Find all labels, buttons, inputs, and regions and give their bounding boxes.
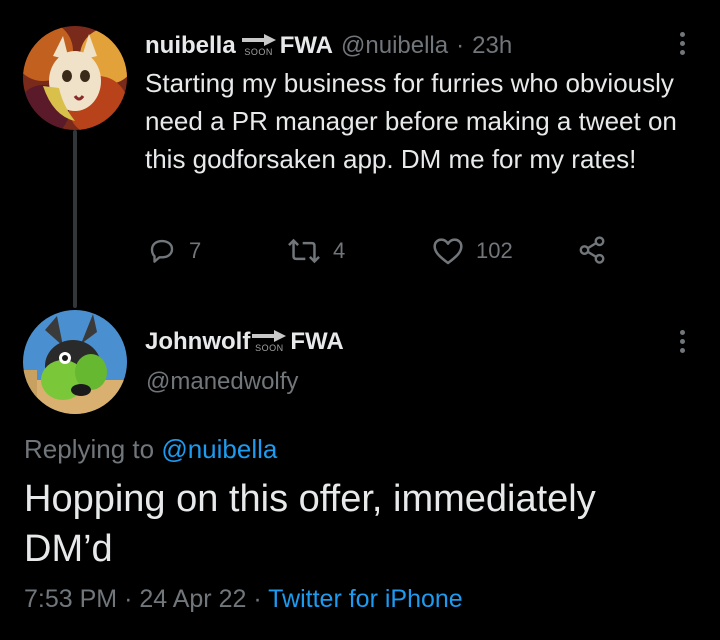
meta-separator: · xyxy=(124,585,133,613)
main-tweet-header: Johnwolf SOON FWA xyxy=(145,328,344,356)
reply-icon xyxy=(150,239,174,263)
replying-prefix: Replying to xyxy=(24,434,155,464)
replying-handle-link[interactable]: @nuibella xyxy=(161,434,277,464)
reply-button[interactable]: 7 xyxy=(147,236,201,266)
parent-handle[interactable]: @nuibella xyxy=(341,32,448,60)
soon-badge: SOON xyxy=(241,34,276,57)
parent-tweet-header: nuibella SOON FWA @nuibella · 23h xyxy=(145,32,512,60)
main-tweet-text: Hopping on this offer, immediately DM’d xyxy=(24,478,596,570)
more-icon xyxy=(679,330,685,335)
like-icon xyxy=(433,238,463,265)
like-button[interactable]: 102 xyxy=(432,236,513,266)
main-display-name[interactable]: Johnwolf xyxy=(145,328,250,356)
parent-display-name[interactable]: nuibella xyxy=(145,32,236,60)
share-button[interactable] xyxy=(577,234,607,266)
arrow-icon xyxy=(252,330,287,342)
meta-separator-2: · xyxy=(253,585,262,613)
replying-to-line: Replying to @nuibella xyxy=(24,434,277,465)
retweet-count: 4 xyxy=(333,238,346,263)
retweet-icon xyxy=(288,238,320,264)
soon-label: SOON xyxy=(244,47,273,57)
main-more-button[interactable] xyxy=(678,328,686,355)
reply-count: 7 xyxy=(189,238,202,263)
arrow-icon xyxy=(241,34,276,46)
soon-badge: SOON xyxy=(252,330,287,353)
like-count: 102 xyxy=(476,238,513,263)
avatar-johnwolf-image xyxy=(23,310,127,414)
avatar-nuibella-image xyxy=(23,26,127,130)
share-icon xyxy=(579,236,605,264)
tweet-time[interactable]: 7:53 PM xyxy=(24,585,117,613)
parent-tweet-text: Starting my business for furries who obv… xyxy=(145,68,677,174)
soon-label: SOON xyxy=(255,343,284,353)
retweet-button[interactable]: 4 xyxy=(287,236,345,266)
main-handle[interactable]: @manedwolfy xyxy=(146,368,298,396)
avatar-johnwolf[interactable] xyxy=(23,310,127,414)
more-icon xyxy=(679,32,685,37)
tweet-source-link[interactable]: Twitter for iPhone xyxy=(268,585,463,613)
tweet-meta: 7:53 PM · 24 Apr 22 · Twitter for iPhone xyxy=(24,585,463,614)
parent-time-ago[interactable]: 23h xyxy=(472,32,512,60)
tweet-date[interactable]: 24 Apr 22 xyxy=(139,585,246,613)
thread-connector-line xyxy=(73,130,77,308)
parent-name-suffix: FWA xyxy=(279,32,334,59)
avatar-nuibella[interactable] xyxy=(23,26,127,130)
header-separator: · xyxy=(456,32,465,59)
parent-more-button[interactable] xyxy=(678,30,686,57)
main-name-suffix: FWA xyxy=(290,328,344,355)
